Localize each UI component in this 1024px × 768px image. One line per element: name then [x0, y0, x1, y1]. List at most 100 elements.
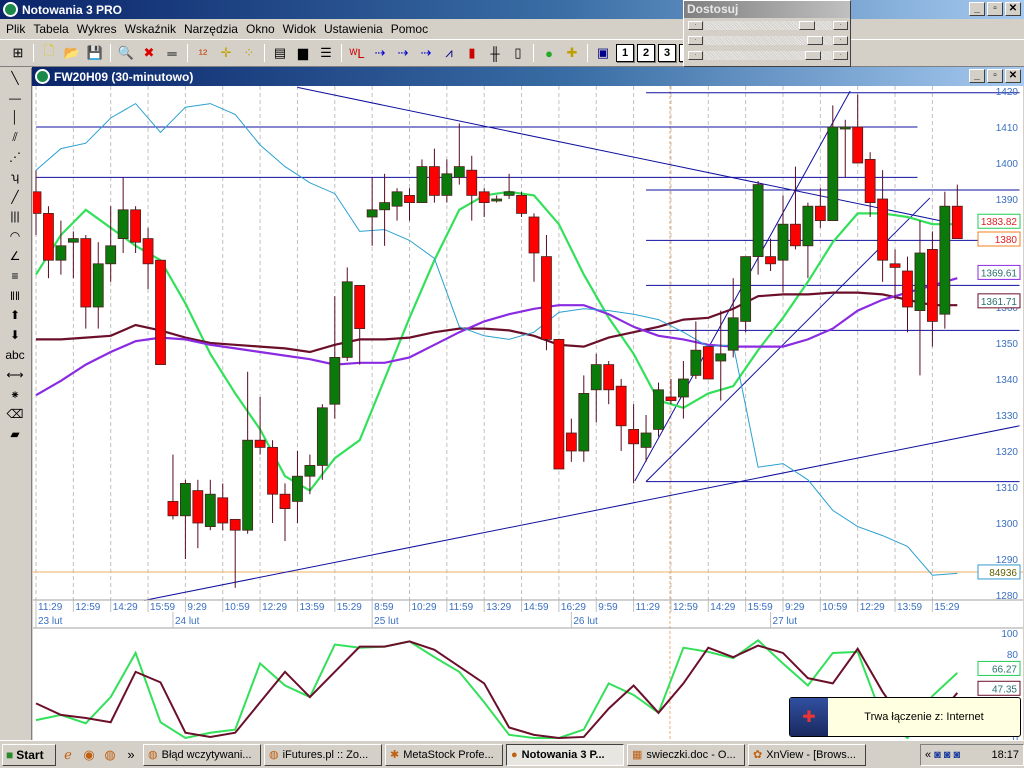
candle-bullish[interactable]	[827, 126, 839, 221]
candle-bearish[interactable]	[43, 213, 54, 261]
menu-plik[interactable]: Plik	[2, 22, 29, 36]
candle-bearish[interactable]	[516, 195, 527, 214]
diagonal-line-icon[interactable]: ╲	[0, 68, 30, 88]
bar-chart-icon[interactable]: ▮	[462, 43, 482, 63]
layout-button-2[interactable]: 2	[637, 44, 655, 62]
time-zones-icon[interactable]: ‖‖	[0, 286, 30, 306]
candle-bullish[interactable]	[204, 493, 216, 528]
menu-widok[interactable]: Widok	[279, 22, 320, 36]
candle-bearish[interactable]	[217, 497, 229, 524]
candle-bearish[interactable]	[814, 205, 826, 221]
layout-button-1[interactable]: 1	[616, 44, 634, 62]
candle-bullish[interactable]	[441, 173, 453, 196]
menu-okno[interactable]: Okno	[242, 22, 279, 36]
add-marker-icon[interactable]: ✚	[562, 43, 582, 63]
candle-bullish[interactable]	[802, 205, 814, 247]
candle-bearish[interactable]	[267, 446, 278, 495]
candle-bullish[interactable]	[727, 317, 739, 351]
quicklaunch-more[interactable]: »	[122, 746, 140, 764]
candle-bearish[interactable]	[665, 396, 677, 401]
candle-bearish[interactable]	[628, 428, 639, 445]
network-tray-icon[interactable]: ◙	[934, 749, 941, 761]
candle-bearish[interactable]	[553, 338, 565, 470]
delete-icon[interactable]: ✖	[139, 43, 159, 63]
ohlc-chart-icon[interactable]: ╫	[485, 43, 505, 63]
candle-bearish[interactable]	[615, 385, 627, 427]
candle-bullish[interactable]	[242, 439, 254, 531]
chart-area[interactable]: 1420141014001390138013701360135013401330…	[30, 86, 1023, 745]
slider-left-button[interactable]: ·	[688, 51, 703, 60]
slider-right-button[interactable]: ·	[833, 36, 848, 45]
candle-bearish[interactable]	[354, 284, 366, 329]
dostosuj-slider[interactable]: · ·	[688, 20, 848, 33]
candle-bullish[interactable]	[939, 205, 951, 315]
horizontal-line-icon[interactable]: —	[0, 88, 30, 108]
candle-bearish[interactable]	[927, 248, 938, 322]
move-point-icon[interactable]: ⁕	[0, 385, 30, 405]
candle-bearish[interactable]	[864, 159, 876, 204]
layout-button-3[interactable]: 3	[658, 44, 676, 62]
candle-bearish[interactable]	[765, 256, 776, 265]
horizontal-levels-icon[interactable]: ≡	[0, 266, 30, 286]
text-icon[interactable]: abc	[0, 345, 30, 365]
candle-bullish[interactable]	[92, 263, 104, 308]
taskbar-task[interactable]: ● Notowania 3 P...	[506, 743, 624, 766]
candle-bullish[interactable]	[67, 238, 79, 243]
add-window-icon[interactable]: ▣	[593, 43, 613, 63]
arrow-blue-1-icon[interactable]: ⇢	[370, 43, 390, 63]
save-icon[interactable]: 💾	[85, 43, 105, 63]
menu-ustawienia[interactable]: Ustawienia	[320, 22, 387, 36]
chart-minimize-button[interactable]: _	[969, 69, 985, 83]
arrow-down-icon[interactable]: ⬇	[0, 325, 30, 345]
ruler-icon[interactable]: ═	[162, 43, 182, 63]
candle-bullish[interactable]	[453, 166, 465, 178]
slider-left-button[interactable]: ·	[688, 21, 703, 30]
chart-close-button[interactable]: ✕	[1005, 69, 1021, 83]
price-chart-svg[interactable]: 1420141014001390138013701360135013401330…	[30, 86, 1023, 745]
candle-bearish[interactable]	[254, 439, 266, 448]
candle-bullish[interactable]	[329, 356, 341, 405]
slider-thumb[interactable]	[804, 51, 821, 60]
candle-bullish[interactable]	[491, 198, 503, 202]
candle-bearish[interactable]	[142, 238, 154, 265]
candle-bullish[interactable]	[578, 392, 590, 452]
new-file-icon[interactable]: 🗋	[39, 43, 59, 63]
connection-notification[interactable]: ✚ Trwa łączenie z: Internet	[789, 697, 1021, 737]
candle-bullish[interactable]	[391, 191, 403, 207]
candle-bearish[interactable]	[466, 169, 478, 196]
list-icon[interactable]: ☰	[316, 43, 336, 63]
line-chart-icon[interactable]: ⩘	[439, 43, 459, 63]
taskbar-task[interactable]: ◍ iFutures.pl :: Zo...	[264, 743, 382, 766]
candle-bullish[interactable]	[503, 191, 515, 196]
traffic-light-icon[interactable]: ●	[539, 43, 559, 63]
minimize-button[interactable]: _	[969, 2, 985, 16]
candle-bearish[interactable]	[603, 364, 615, 391]
restore-button[interactable]: ▫	[987, 2, 1003, 16]
candle-bearish[interactable]	[541, 256, 552, 340]
candle-bullish[interactable]	[715, 353, 727, 362]
dots-icon[interactable]: ⁘	[239, 43, 259, 63]
arrow-blue-3-icon[interactable]: ⇢	[416, 43, 436, 63]
open-folder-icon[interactable]: 📂	[62, 43, 82, 63]
candle-bullish[interactable]	[105, 245, 117, 265]
candle-bullish[interactable]	[55, 245, 67, 261]
close-button[interactable]: ✕	[1005, 2, 1021, 16]
globe-tray-icon[interactable]: ◙	[944, 749, 951, 761]
taskbar-task[interactable]: ✿ XnView - [Brows...	[748, 743, 866, 766]
candle-bearish[interactable]	[279, 493, 291, 510]
candle-bullish[interactable]	[740, 256, 752, 322]
menu-tabela[interactable]: Tabela	[29, 22, 72, 36]
firefox-icon[interactable]: ◍	[101, 746, 119, 764]
candle-bullish[interactable]	[839, 126, 851, 130]
candle-bullish[interactable]	[653, 389, 664, 430]
candle-bearish[interactable]	[130, 209, 141, 243]
dostosuj-title[interactable]: Dostosuj	[684, 1, 850, 18]
candle-bullish[interactable]	[316, 407, 328, 466]
dostosuj-slider[interactable]: · ·	[688, 35, 848, 48]
dostosuj-slider[interactable]: · ·	[688, 50, 848, 63]
fan-lines-icon[interactable]: ⋰	[0, 147, 30, 167]
candle-bearish[interactable]	[155, 259, 166, 365]
tray-expand-button[interactable]: «	[925, 749, 931, 761]
slider-thumb[interactable]	[799, 21, 816, 30]
candle-bearish[interactable]	[167, 500, 179, 517]
